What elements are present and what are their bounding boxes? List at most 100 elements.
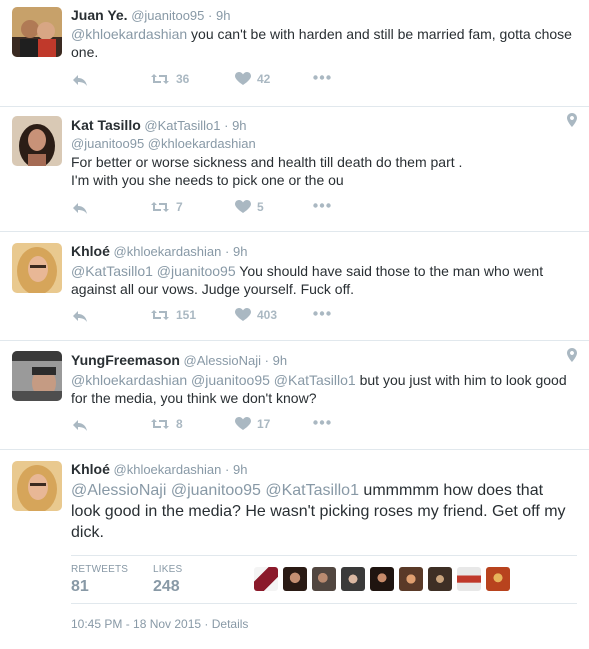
heart-icon [235, 308, 251, 321]
handle[interactable]: @khloekardashian [114, 244, 222, 259]
retweet-icon [151, 202, 169, 212]
like-button[interactable]: 5 [235, 200, 264, 214]
like-count: 403 [257, 308, 278, 322]
retweets-label: RETWEETS [71, 564, 129, 575]
avatar[interactable] [12, 7, 62, 57]
more-button[interactable] [313, 203, 331, 208]
likes-label: LIKES [153, 564, 183, 575]
retweet-button[interactable]: 8 [150, 417, 183, 431]
like-button[interactable]: 17 [235, 417, 270, 431]
more-dots-icon [313, 203, 331, 208]
fullname[interactable]: Khloé [71, 461, 110, 477]
location-pin-icon[interactable] [567, 113, 577, 132]
avatar[interactable] [12, 461, 62, 511]
tweet-timestamp[interactable]: 10:45 PM - 18 Nov 2015 · Details [71, 617, 248, 631]
fullname[interactable]: YungFreemason [71, 352, 180, 368]
more-dots-icon [313, 420, 331, 425]
avatar[interactable] [12, 351, 62, 401]
liker-avatar[interactable] [457, 567, 481, 591]
retweet-icon [151, 419, 169, 429]
likes-stat[interactable]: LIKES 248 [153, 564, 182, 596]
replying-to[interactable]: @juanitoo95 @khloekardashian [71, 136, 256, 151]
liker-avatar[interactable] [399, 567, 423, 591]
more-button[interactable] [313, 311, 331, 316]
reply-arrow-icon [73, 75, 87, 86]
retweet-button[interactable]: 7 [150, 200, 183, 214]
tweet-header: Khloé @khloekardashian · 9h [71, 243, 247, 259]
more-button[interactable] [313, 420, 331, 425]
tweet-text: @khloekardashian you can't be with harde… [71, 25, 581, 61]
liker-avatar[interactable] [254, 567, 278, 591]
like-button[interactable]: 403 [235, 308, 277, 322]
retweet-count: 7 [176, 200, 183, 214]
reply-button[interactable] [71, 72, 89, 88]
liker-avatar[interactable] [283, 567, 307, 591]
avatar[interactable] [12, 116, 62, 166]
mention[interactable]: @KatTasillo1 @juanitoo95 [71, 263, 236, 279]
handle[interactable]: @khloekardashian [114, 462, 222, 477]
tweet-header: YungFreemason @AlessioNaji · 9h [71, 352, 287, 368]
reply-button[interactable] [71, 200, 89, 216]
fullname[interactable]: Kat Tasillo [71, 117, 141, 133]
tweet-time[interactable]: 9h [233, 244, 247, 259]
tweet-juan[interactable]: Juan Ye. @juanitoo95 · 9h @khloekardashi… [0, 0, 589, 107]
tweet-kat[interactable]: Kat Tasillo @KatTasillo1 · 9h @juanitoo9… [0, 107, 589, 232]
more-button[interactable] [313, 75, 331, 80]
separator-dot: · [224, 118, 229, 133]
retweet-icon [151, 74, 169, 84]
liker-avatar[interactable] [486, 567, 510, 591]
retweet-count: 8 [176, 417, 183, 431]
likers-avatars [254, 567, 510, 591]
retweet-count: 151 [176, 308, 197, 322]
tweet-text: @khloekardashian @juanitoo95 @KatTasillo… [71, 371, 581, 407]
like-button[interactable]: 42 [235, 72, 270, 86]
separator-dot: · [208, 8, 213, 23]
reply-arrow-icon [73, 420, 87, 431]
heart-icon [235, 72, 251, 85]
tweet-yungfreemason[interactable]: YungFreemason @AlessioNaji · 9h @khloeka… [0, 341, 589, 450]
liker-avatar[interactable] [341, 567, 365, 591]
handle[interactable]: @AlessioNaji [184, 353, 262, 368]
likes-value: 248 [153, 578, 180, 595]
reply-arrow-icon [73, 311, 87, 322]
like-count: 42 [257, 72, 271, 86]
tweet-header: Kat Tasillo @KatTasillo1 · 9h [71, 117, 247, 133]
tweet-time[interactable]: 9h [216, 8, 230, 23]
like-count: 17 [257, 417, 271, 431]
separator-dot: · [264, 353, 270, 368]
tweet-time[interactable]: 9h [273, 353, 287, 368]
heart-icon [235, 200, 251, 213]
fullname[interactable]: Khloé [71, 243, 110, 259]
location-pin-icon[interactable] [567, 348, 577, 367]
mention[interactable]: @AlessioNaji @juanitoo95 @KatTasillo1 [71, 482, 359, 499]
main-tweet-text: @AlessioNaji @juanitoo95 @KatTasillo1 um… [71, 480, 571, 543]
retweet-icon [151, 310, 169, 320]
tweet-stats: RETWEETS 81 LIKES 248 [71, 555, 577, 604]
handle[interactable]: @juanitoo95 [131, 8, 204, 23]
tweet-khloe-reply[interactable]: Khloé @khloekardashian · 9h @KatTasillo1… [0, 232, 589, 341]
retweets-stat[interactable]: RETWEETS 81 [71, 564, 128, 596]
reply-arrow-icon [73, 203, 87, 214]
like-count: 5 [257, 200, 264, 214]
tweet-time[interactable]: 9h [233, 462, 247, 477]
liker-avatar[interactable] [370, 567, 394, 591]
reply-button[interactable] [71, 308, 89, 324]
retweets-value: 81 [71, 578, 89, 595]
tweet-header: Juan Ye. @juanitoo95 · 9h [71, 7, 230, 23]
liker-avatar[interactable] [312, 567, 336, 591]
separator-dot: · [225, 244, 230, 259]
tweet-text: For better or worse sickness and health … [71, 154, 463, 188]
handle[interactable]: @KatTasillo1 [144, 118, 220, 133]
mention[interactable]: @khloekardashian @juanitoo95 @KatTasillo… [71, 372, 356, 388]
more-dots-icon [313, 75, 331, 80]
retweet-button[interactable]: 151 [150, 308, 196, 322]
reply-button[interactable] [71, 417, 89, 433]
separator-dot: · [225, 462, 230, 477]
tweet-header: Khloé @khloekardashian · 9h [71, 461, 247, 477]
fullname[interactable]: Juan Ye. [71, 7, 128, 23]
liker-avatar[interactable] [428, 567, 452, 591]
mention[interactable]: @khloekardashian [71, 26, 187, 42]
tweet-time[interactable]: 9h [232, 118, 246, 133]
avatar[interactable] [12, 243, 62, 293]
retweet-button[interactable]: 36 [150, 72, 189, 86]
